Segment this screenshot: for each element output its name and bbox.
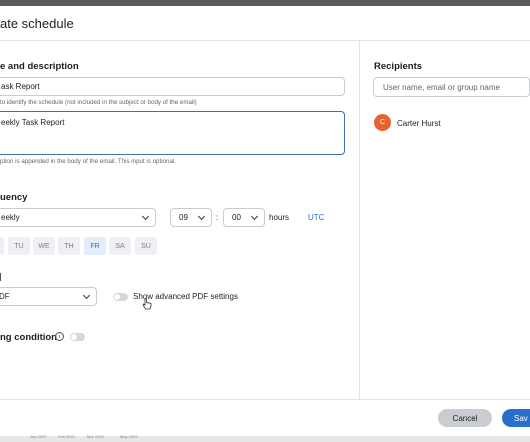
hours-label: hours [269,213,290,222]
format-select[interactable]: DF [0,287,97,306]
timezone-link[interactable]: UTC [308,213,324,222]
create-schedule-dialog: ate schedule e and description ask Repor… [0,6,530,436]
recipient-list-item[interactable]: C Carter Hurst [374,114,530,132]
recipient-name: Carter Hurst [397,119,441,128]
advanced-pdf-toggle[interactable] [113,293,128,301]
frequency-value: eekly [1,213,20,222]
save-button[interactable]: Sav [502,409,530,427]
minute-value: 00 [232,213,241,222]
format-value: DF [0,292,10,301]
avatar: C [374,114,391,131]
format-heading-fragment [0,273,3,281]
hour-select[interactable]: 09 [170,208,212,227]
schedule-settings-panel: e and description ask Report to identify… [0,41,360,399]
background-label: May 2022 [120,434,138,439]
sending-condition-toggle[interactable] [70,333,85,341]
day-toggle-su[interactable]: SU [135,237,157,255]
day-toggle-mo[interactable] [0,237,4,255]
email-description-value: eekly Task Report [1,118,65,127]
day-toggle-tu[interactable]: TU [8,237,30,255]
info-icon[interactable]: i [55,332,64,341]
dialog-footer: Cancel Sav [0,399,530,436]
day-toggle-th[interactable]: TH [58,237,80,255]
name-description-heading: e and description [0,61,79,72]
recipient-search-placeholder: User name, email or group name [383,82,500,92]
dialog-header: ate schedule [0,6,530,41]
chevron-down-icon [82,291,91,299]
day-toggle-we[interactable]: WE [33,237,55,255]
chevron-down-icon [197,212,206,220]
hand-cursor-icon [142,298,152,310]
recipients-heading: Recipients [374,61,423,72]
recipient-search-input[interactable]: User name, email or group name [373,77,530,97]
weekday-picker: TU WE TH FR SA SU [0,237,160,255]
minute-select[interactable]: 00 [223,208,265,227]
schedule-name-input[interactable]: ask Report [0,77,345,96]
chevron-down-icon [250,212,259,220]
time-separator: : [216,213,219,222]
sending-condition-label: ng condition [0,332,57,343]
frequency-select[interactable]: eekly [0,208,156,227]
recipients-panel: Recipients User name, email or group nam… [361,41,530,399]
background-label: Jan 2022 [30,434,47,439]
dialog-title: ate schedule [0,16,74,31]
day-toggle-fr[interactable]: FR [84,237,106,255]
schedule-name-hint: to identify the schedule (not included i… [0,99,197,106]
day-toggle-sa[interactable]: SA [109,237,131,255]
email-description-hint: ption is appended in the body of the ema… [0,158,177,165]
background-label: Feb 2022 [58,434,75,439]
cancel-button[interactable]: Cancel [438,409,492,427]
hour-value: 09 [179,213,188,222]
background-label: Mar 2022 [87,434,104,439]
frequency-heading: uency [0,192,28,203]
background-app-strip: Jan 2022 Feb 2022 Mar 2022 May 2022 [0,434,530,442]
schedule-name-value: ask Report [1,82,40,91]
chevron-down-icon [141,212,150,220]
email-description-textarea[interactable]: eekly Task Report [0,111,345,155]
